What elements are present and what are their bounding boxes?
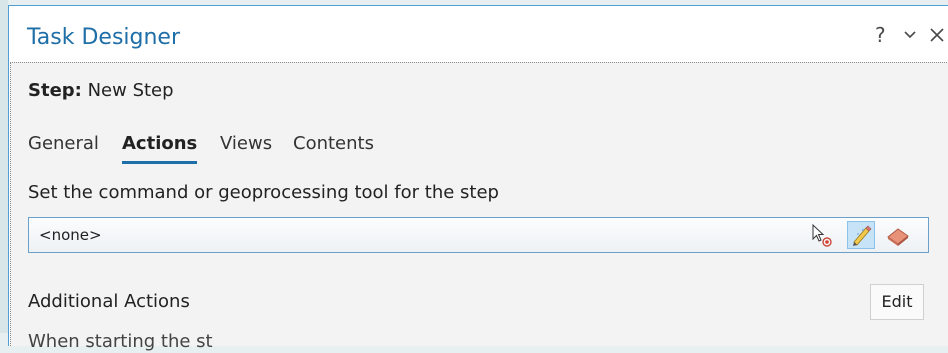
tab-actions[interactable]: Actions (122, 133, 198, 164)
additional-actions-heading: Additional Actions (28, 291, 190, 312)
command-field[interactable]: <none> (28, 217, 929, 253)
edit-button[interactable]: Edit (870, 284, 924, 320)
tab-actions-label: Actions (122, 133, 198, 154)
close-icon[interactable] (928, 23, 946, 52)
step-header: Step: New Step (28, 80, 174, 102)
chevron-down-icon[interactable] (902, 20, 918, 51)
tab-general[interactable]: General (28, 133, 99, 155)
pane-body: Step: New Step General Actions Views Con… (10, 62, 948, 352)
eraser-icon[interactable] (884, 221, 912, 249)
app-edge (0, 0, 8, 333)
pick-command-icon[interactable] (807, 221, 835, 249)
starting-step-label: When starting the st (28, 331, 213, 352)
pane-title: Task Designer (27, 25, 181, 50)
active-tab-indicator (122, 161, 198, 164)
pane-titlebar: Task Designer ? (9, 6, 948, 61)
command-value: <none> (39, 226, 102, 244)
step-label: Step: (28, 80, 82, 101)
help-icon[interactable]: ? (875, 23, 886, 47)
tab-views[interactable]: Views (220, 133, 272, 155)
tab-contents[interactable]: Contents (293, 133, 374, 155)
step-name: New Step (87, 80, 174, 101)
task-designer-pane: Task Designer ? Step: New Step General A… (8, 5, 948, 352)
edit-pencil-icon[interactable] (847, 221, 875, 249)
command-prompt: Set the command or geoprocessing tool fo… (28, 182, 499, 203)
